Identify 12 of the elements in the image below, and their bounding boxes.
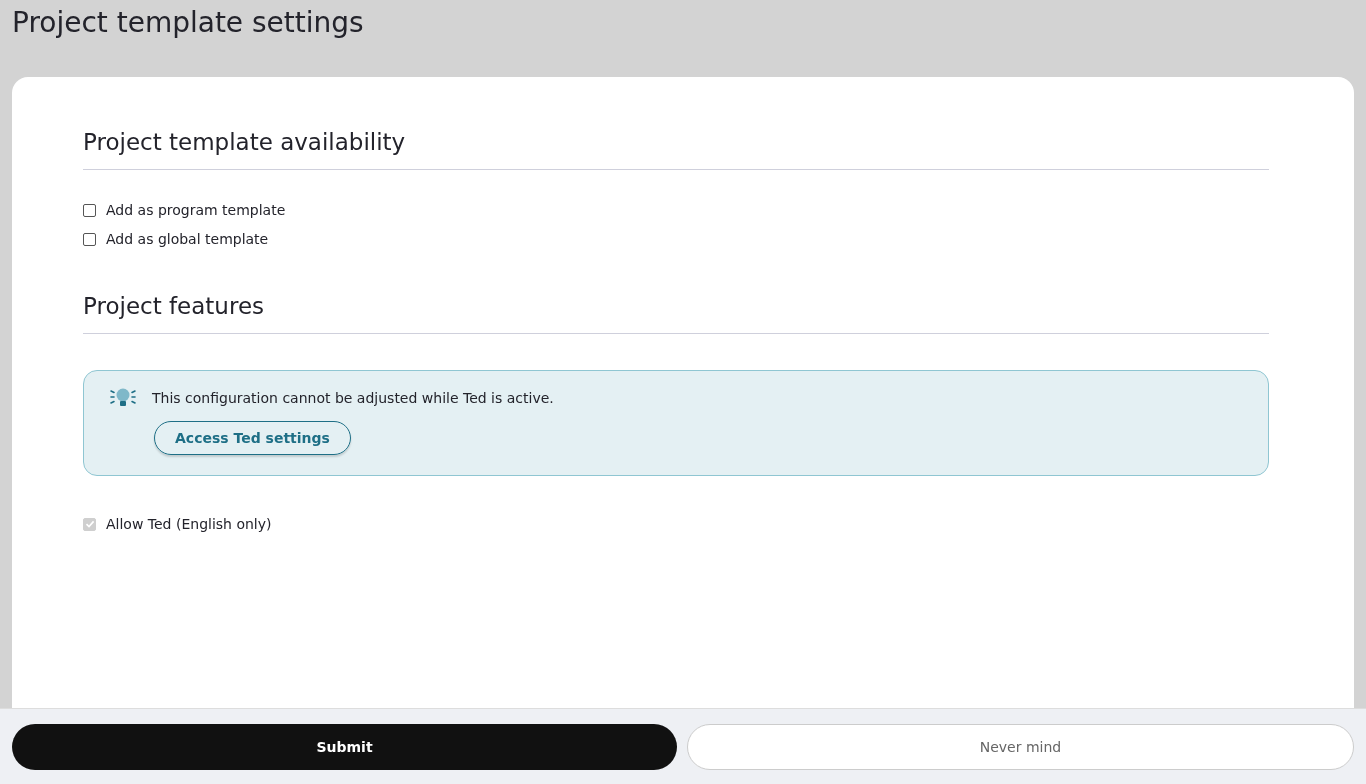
checkbox-label: Add as global template bbox=[106, 231, 269, 247]
checkbox-label: Allow Ted (English only) bbox=[106, 516, 272, 532]
lightbulb-icon bbox=[110, 387, 136, 409]
submit-button[interactable]: Submit bbox=[12, 723, 677, 770]
page-title: Project template settings bbox=[11, 5, 365, 41]
notice-message: This configuration cannot be adjusted while Ted is active. bbox=[152, 390, 554, 406]
cancel-button[interactable]: Never mind bbox=[687, 723, 1354, 770]
checkbox[interactable] bbox=[83, 203, 96, 217]
checkbox-label: Add as program template bbox=[106, 202, 286, 218]
checkbox[interactable] bbox=[83, 232, 96, 246]
section-heading: Project template availability bbox=[83, 129, 1269, 170]
section-heading: Project features bbox=[83, 293, 1269, 334]
